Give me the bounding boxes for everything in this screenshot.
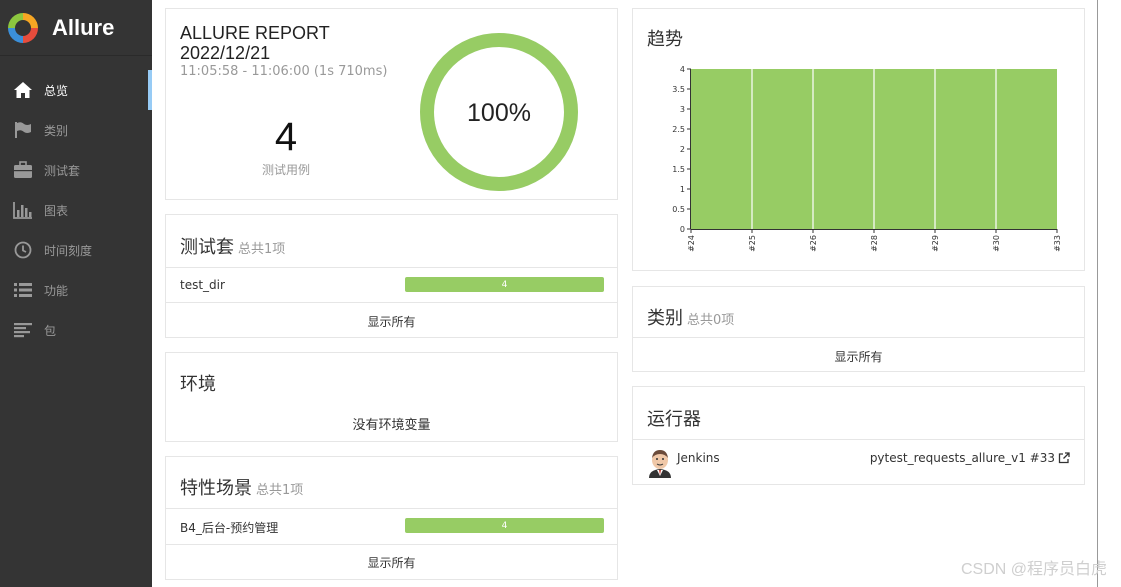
testcase-count: 4 <box>274 115 298 159</box>
trend-y-tick-label: 2.5 <box>672 125 685 134</box>
briefcase-icon <box>12 161 34 179</box>
success-donut[interactable]: 100% <box>418 31 580 193</box>
trend-x-tick-label: #25 <box>748 235 757 252</box>
feature-status-bar: 4 <box>405 518 604 533</box>
brand-name: Allure <box>52 14 115 40</box>
trend-x-tick-label: #30 <box>992 235 1001 252</box>
sidebar-item-label: 测试套 <box>44 163 81 178</box>
executor-build: pytest_requests_allure_v1 #33 <box>869 451 1055 465</box>
clock-icon <box>12 241 34 259</box>
report-title: ALLURE REPORT <box>180 23 330 43</box>
suites-count: 总共1项 <box>238 242 286 257</box>
list-icon <box>12 281 34 299</box>
features-header: 特性场景 总共1项 <box>180 474 303 500</box>
executor-row[interactable]: Jenkins pytest_requests_allure_v1 #33 <box>633 440 1084 484</box>
environment-empty-message: 没有环境变量 <box>352 418 431 433</box>
bar-chart-icon <box>12 201 34 219</box>
success-percent: 100% <box>467 99 531 127</box>
suites-title: 测试套 <box>180 237 234 257</box>
features-widget: 特性场景 总共1项 B4_后台-预约管理 4 显示所有 <box>165 456 618 580</box>
suites-show-all-link[interactable]: 显示所有 <box>166 313 617 330</box>
trend-widget: 趋势 0 0.5 1 1.5 2 2.5 3 3.5 4 #24 #25 #26 #28 #29 #30 #3… <box>632 8 1085 271</box>
trend-chart[interactable]: 0 0.5 1 1.5 2 2.5 3 3.5 4 #24 #25 #26 #28 #29 #30 #33 <box>633 9 1086 272</box>
trend-x-tick-label: #26 <box>809 235 818 252</box>
sidebar-item-label: 功能 <box>44 283 69 298</box>
sidebar-item-categories[interactable]: 类别 <box>0 110 152 150</box>
sidebar-item-timeline[interactable]: 时间刻度 <box>0 230 152 270</box>
suites-widget: 测试套 总共1项 test_dir 4 显示所有 <box>165 214 618 338</box>
flag-icon <box>12 121 34 139</box>
trend-x-tick-label: #28 <box>870 235 879 252</box>
trend-y-tick-label: 3.5 <box>672 85 685 94</box>
summary-widget: ALLURE REPORT 2022/12/21 11:05:58 - 11:0… <box>165 8 618 200</box>
categories-title: 类别 <box>647 308 683 328</box>
testcase-count-label: 测试用例 <box>261 163 310 177</box>
sidebar-item-label: 包 <box>44 323 57 338</box>
feature-row[interactable]: B4_后台-预约管理 4 <box>166 509 617 543</box>
trend-y-tick-label: 0.5 <box>672 205 685 214</box>
categories-widget: 类别 总共0项 显示所有 <box>632 286 1085 372</box>
align-left-icon <box>12 321 34 339</box>
trend-y-tick-label: 3 <box>680 105 685 114</box>
divider <box>633 337 1084 338</box>
trend-y-tick-label: 1 <box>680 185 685 194</box>
suite-status-bar: 4 <box>405 277 604 292</box>
features-title: 特性场景 <box>180 478 252 498</box>
environment-title: 环境 <box>180 374 216 394</box>
features-count: 总共1项 <box>256 483 304 498</box>
sidebar-item-overview[interactable]: 总览 <box>0 70 152 110</box>
sidebar: Allure 总览 类别 测试套 图表 时间刻度 功能 包 <box>0 0 152 587</box>
trend-x-tick-label: #29 <box>931 235 940 252</box>
categories-show-all-link[interactable]: 显示所有 <box>633 348 1084 365</box>
sidebar-nav: 总览 类别 测试套 图表 时间刻度 功能 包 <box>0 70 152 350</box>
allure-logo <box>8 12 38 43</box>
executor-name: Jenkins <box>677 451 720 465</box>
executors-title: 运行器 <box>647 409 701 429</box>
suite-name: test_dir <box>180 278 225 292</box>
watermark: CSDN @程序员白虎 <box>960 561 1107 578</box>
jenkins-avatar-icon <box>649 450 671 478</box>
report-time: 11:05:58 - 11:06:00 (1s 710ms) <box>180 64 388 79</box>
divider <box>166 544 617 545</box>
categories-count: 总共0项 <box>687 313 735 328</box>
sidebar-item-packages[interactable]: 包 <box>0 310 152 350</box>
divider <box>166 302 617 303</box>
trend-x-tick-label: #33 <box>1053 235 1062 252</box>
sidebar-item-suites[interactable]: 测试套 <box>0 150 152 190</box>
sidebar-item-label: 总览 <box>44 83 69 98</box>
report-date: 2022/12/21 <box>180 43 271 63</box>
features-show-all-link[interactable]: 显示所有 <box>166 554 617 571</box>
sidebar-item-label: 图表 <box>44 203 69 218</box>
sidebar-item-graphs[interactable]: 图表 <box>0 190 152 230</box>
trend-y-tick-label: 2 <box>680 145 685 154</box>
executors-widget: 运行器 Jenkins pytest_requests_allure_v1 #3… <box>632 386 1085 485</box>
trend-y-tick-label: 1.5 <box>672 165 685 174</box>
suite-row[interactable]: test_dir 4 <box>166 268 617 302</box>
report-title-block: ALLURE REPORT 2022/12/21 <box>180 23 330 63</box>
sidebar-item-label: 时间刻度 <box>44 243 93 258</box>
sidebar-item-label: 类别 <box>44 123 69 138</box>
categories-header: 类别 总共0项 <box>647 304 734 330</box>
external-link-icon <box>1058 452 1070 464</box>
feature-name: B4_后台-预约管理 <box>180 521 279 535</box>
trend-x-tick-label: #24 <box>687 235 696 252</box>
trend-y-tick-label: 4 <box>680 65 685 74</box>
trend-y-tick-label: 0 <box>680 225 685 234</box>
executor-build-link[interactable]: pytest_requests_allure_v1 #33 <box>870 451 1070 465</box>
sidebar-item-behaviors[interactable]: 功能 <box>0 270 152 310</box>
home-icon <box>12 81 34 99</box>
page-edge-divider <box>1097 0 1098 587</box>
brand[interactable]: Allure <box>0 0 152 56</box>
suites-header: 测试套 总共1项 <box>180 233 285 259</box>
environment-widget: 环境 没有环境变量 <box>165 352 618 442</box>
